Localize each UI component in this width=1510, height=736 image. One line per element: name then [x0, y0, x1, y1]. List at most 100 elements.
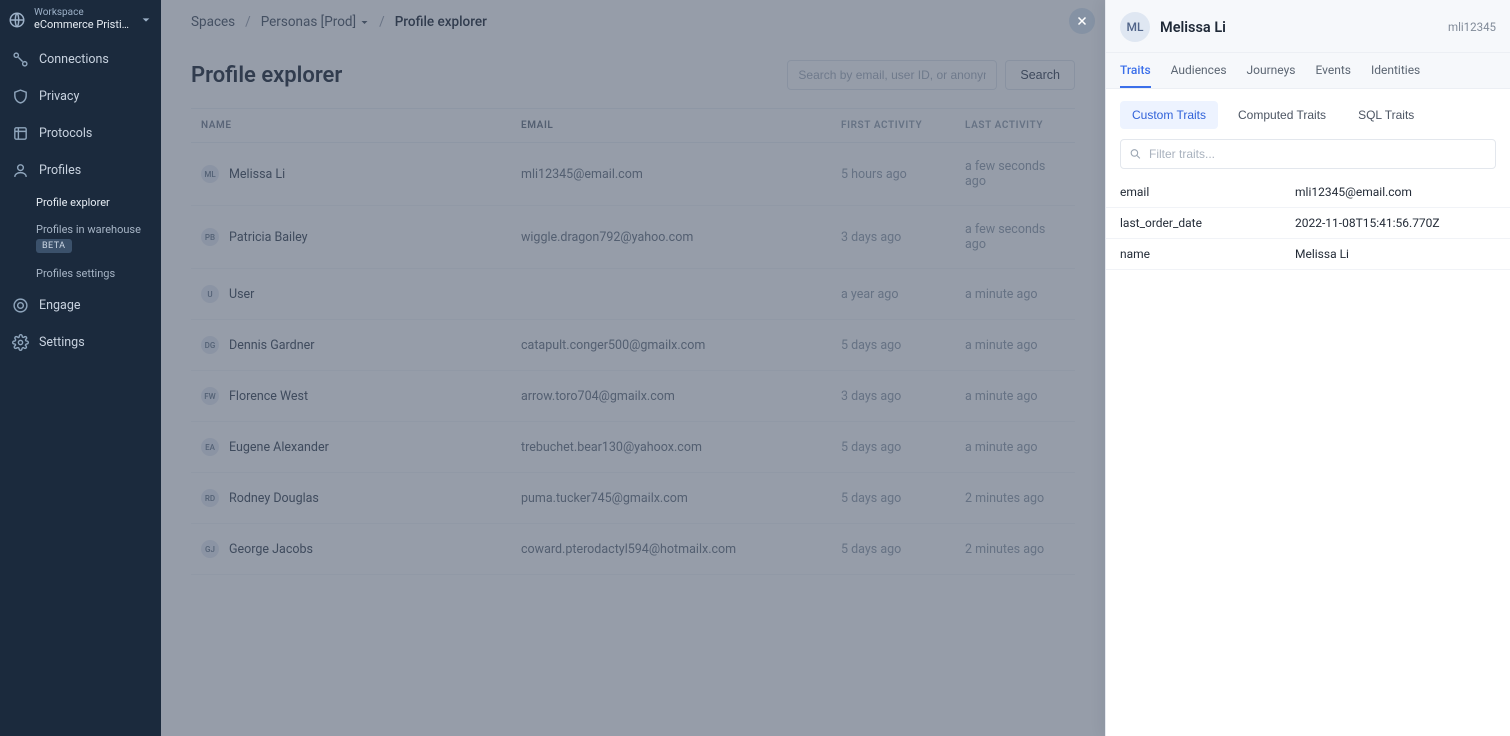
row-first-activity: 5 hours ago	[841, 167, 965, 182]
trait-subtabs: Custom Traits Computed Traits SQL Traits	[1106, 89, 1510, 139]
sidebar-item-settings[interactable]: Settings	[0, 324, 161, 361]
workspace-switcher[interactable]: Workspace eCommerce Pristi…	[0, 4, 161, 41]
tab-journeys[interactable]: Journeys	[1247, 53, 1296, 88]
sidebar-subitem-profile-explorer[interactable]: Profile explorer	[0, 189, 161, 216]
search-input[interactable]	[787, 60, 997, 90]
trait-key: email	[1120, 185, 1295, 199]
row-avatar: ML	[201, 165, 219, 183]
filter-traits-input[interactable]	[1120, 139, 1496, 169]
sidebar-subitem-label: Profiles settings	[36, 267, 115, 280]
row-last-activity: a few seconds ago	[965, 222, 1065, 252]
gear-icon	[12, 334, 29, 351]
table-row[interactable]: DGDennis Gardnercatapult.conger500@gmail…	[191, 320, 1075, 371]
sidebar: Workspace eCommerce Pristi… Connections …	[0, 0, 161, 736]
tab-audiences[interactable]: Audiences	[1171, 53, 1227, 88]
row-last-activity: 2 minutes ago	[965, 542, 1065, 557]
search-button[interactable]: Search	[1005, 60, 1075, 90]
row-last-activity: a minute ago	[965, 440, 1065, 455]
column-header-last[interactable]: LAST ACTIVITY	[965, 120, 1065, 131]
profiles-table: NAME EMAIL FIRST ACTIVITY LAST ACTIVITY …	[191, 108, 1075, 575]
sidebar-item-label: Settings	[39, 335, 85, 350]
row-avatar: RD	[201, 489, 219, 507]
row-email: trebuchet.bear130@yahoox.com	[521, 440, 841, 455]
sidebar-item-protocols[interactable]: Protocols	[0, 115, 161, 152]
table-row[interactable]: GJGeorge Jacobscoward.pterodactyl594@hot…	[191, 524, 1075, 575]
profiles-icon	[12, 162, 29, 179]
sidebar-item-connections[interactable]: Connections	[0, 41, 161, 78]
chevron-down-icon	[141, 15, 151, 25]
table-row[interactable]: MLMelissa Limli12345@email.com5 hours ag…	[191, 143, 1075, 206]
row-first-activity: 5 days ago	[841, 542, 965, 557]
breadcrumb-space-picker[interactable]: Personas [Prod]	[261, 14, 369, 30]
breadcrumb-separator: /	[379, 14, 385, 30]
row-name: Rodney Douglas	[229, 491, 319, 506]
close-icon	[1075, 14, 1089, 28]
row-last-activity: a few seconds ago	[965, 159, 1065, 189]
profile-name: Melissa Li	[1160, 19, 1438, 36]
row-avatar: DG	[201, 336, 219, 354]
row-first-activity: 3 days ago	[841, 230, 965, 245]
sidebar-item-label: Privacy	[39, 89, 79, 104]
column-header-name[interactable]: NAME	[201, 120, 521, 131]
subtab-computed-traits[interactable]: Computed Traits	[1226, 101, 1338, 129]
sidebar-item-privacy[interactable]: Privacy	[0, 78, 161, 115]
row-email: catapult.conger500@gmailx.com	[521, 338, 841, 353]
sidebar-item-engage[interactable]: Engage	[0, 287, 161, 324]
page-header: Profile explorer Search	[161, 38, 1105, 108]
sidebar-item-label: Protocols	[39, 126, 92, 141]
workspace-icon	[8, 11, 26, 29]
trait-row[interactable]: last_order_date2022-11-08T15:41:56.770Z	[1106, 208, 1510, 239]
column-header-first[interactable]: FIRST ACTIVITY	[841, 120, 965, 131]
table-row[interactable]: PBPatricia Baileywiggle.dragon792@yahoo.…	[191, 206, 1075, 269]
row-first-activity: 3 days ago	[841, 389, 965, 404]
row-email: mli12345@email.com	[521, 167, 841, 182]
trait-row[interactable]: emailmli12345@email.com	[1106, 177, 1510, 208]
tab-events[interactable]: Events	[1315, 53, 1351, 88]
row-first-activity: 5 days ago	[841, 491, 965, 506]
connections-icon	[12, 51, 29, 68]
panel-header: ML Melissa Li mli12345	[1106, 0, 1510, 53]
row-first-activity: 5 days ago	[841, 338, 965, 353]
sidebar-subitem-profiles-settings[interactable]: Profiles settings	[0, 260, 161, 287]
row-name: Patricia Bailey	[229, 230, 308, 245]
breadcrumb: Spaces / Personas [Prod] / Profile explo…	[161, 0, 1105, 38]
sidebar-item-profiles[interactable]: Profiles	[0, 152, 161, 189]
table-row[interactable]: FWFlorence Westarrow.toro704@gmailx.com3…	[191, 371, 1075, 422]
profile-id: mli12345	[1448, 20, 1496, 34]
filter-row	[1120, 139, 1496, 169]
trait-value: Melissa Li	[1295, 247, 1496, 261]
row-last-activity: a minute ago	[965, 389, 1065, 404]
table-row[interactable]: EAEugene Alexandertrebuchet.bear130@yaho…	[191, 422, 1075, 473]
row-email: coward.pterodactyl594@hotmailx.com	[521, 542, 841, 557]
breadcrumb-current: Profile explorer	[395, 14, 487, 30]
sidebar-item-label: Engage	[39, 298, 80, 313]
trait-value: mli12345@email.com	[1295, 185, 1496, 199]
panel-tabs: Traits Audiences Journeys Events Identit…	[1106, 53, 1510, 89]
trait-key: last_order_date	[1120, 216, 1295, 230]
row-avatar: FW	[201, 387, 219, 405]
workspace-label: Workspace	[34, 8, 141, 18]
sidebar-item-label: Profiles	[39, 163, 81, 178]
subtab-sql-traits[interactable]: SQL Traits	[1346, 101, 1426, 129]
sidebar-subitem-label: Profile explorer	[36, 196, 110, 209]
search-group: Search	[787, 60, 1075, 90]
traits-list: emailmli12345@email.comlast_order_date20…	[1106, 177, 1510, 270]
row-first-activity: 5 days ago	[841, 440, 965, 455]
row-email: wiggle.dragon792@yahoo.com	[521, 230, 841, 245]
sidebar-subitem-profiles-in-warehouse[interactable]: Profiles in warehouse BETA	[0, 216, 161, 260]
close-panel-button[interactable]	[1069, 8, 1095, 34]
row-avatar: U	[201, 285, 219, 303]
row-email: arrow.toro704@gmailx.com	[521, 389, 841, 404]
breadcrumb-spaces[interactable]: Spaces	[191, 14, 235, 30]
trait-row[interactable]: nameMelissa Li	[1106, 239, 1510, 270]
row-last-activity: 2 minutes ago	[965, 491, 1065, 506]
sidebar-subitem-label: Profiles in warehouse	[36, 223, 141, 236]
tab-traits[interactable]: Traits	[1120, 53, 1151, 88]
column-header-email[interactable]: EMAIL	[521, 120, 841, 131]
row-first-activity: a year ago	[841, 287, 965, 302]
table-row[interactable]: UUsera year agoa minute ago	[191, 269, 1075, 320]
table-row[interactable]: RDRodney Douglaspuma.tucker745@gmailx.co…	[191, 473, 1075, 524]
tab-identities[interactable]: Identities	[1371, 53, 1420, 88]
subtab-custom-traits[interactable]: Custom Traits	[1120, 101, 1218, 129]
breadcrumb-separator: /	[245, 14, 251, 30]
